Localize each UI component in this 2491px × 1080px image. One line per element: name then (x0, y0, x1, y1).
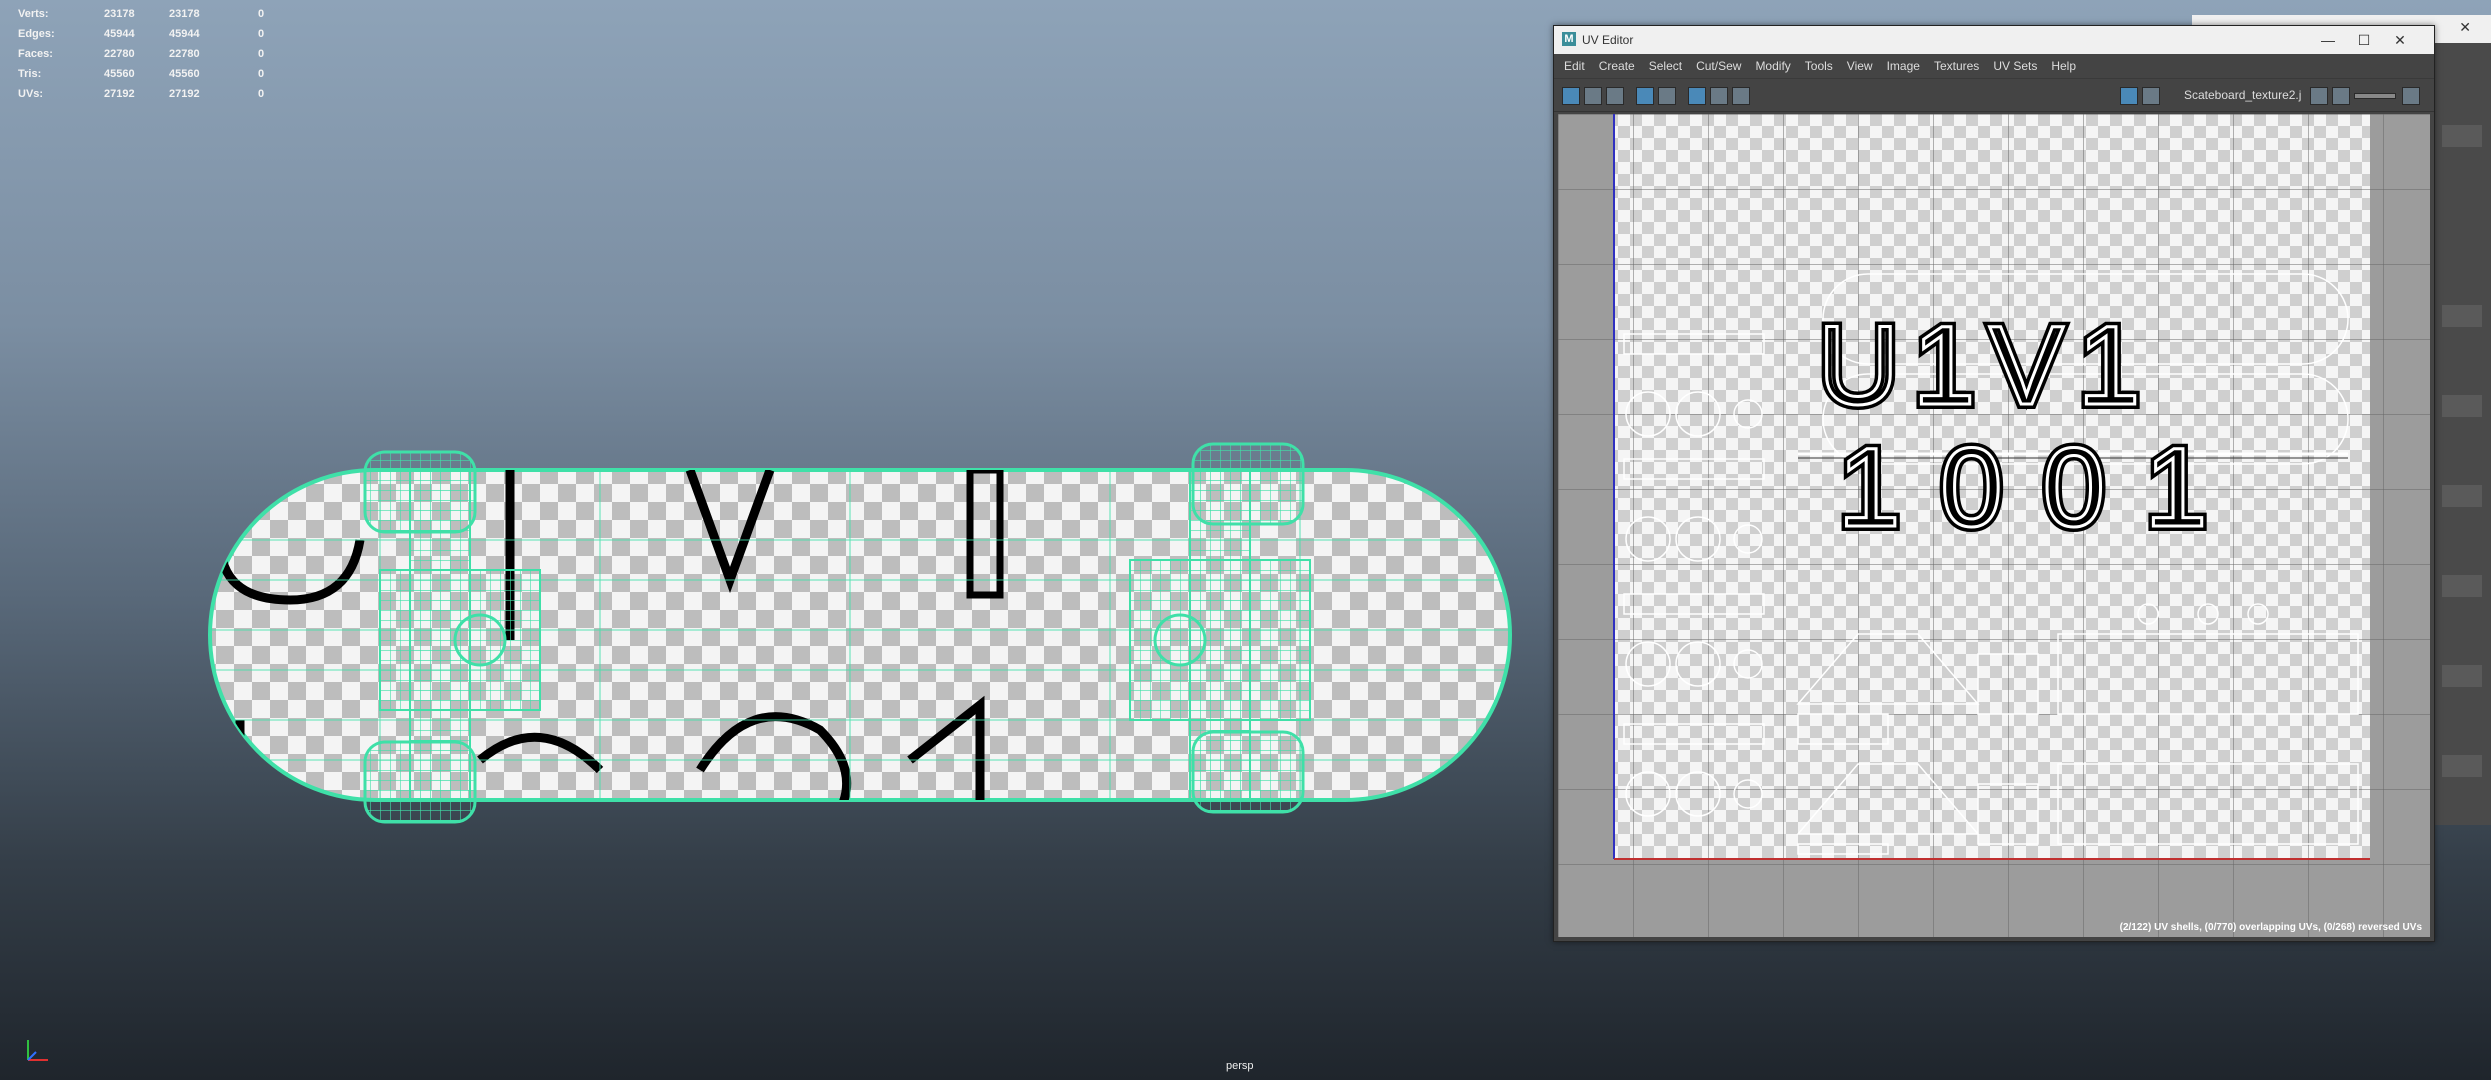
uv-toolbar-icon[interactable] (2310, 87, 2328, 105)
uv-toolbar-icon[interactable] (1562, 87, 1580, 105)
hud-value: 0 (258, 48, 265, 60)
hud-label: Edges: (18, 28, 55, 40)
menu-help[interactable]: Help (2051, 59, 2076, 73)
menu-modify[interactable]: Modify (1755, 59, 1790, 73)
hud-label: Verts: (18, 8, 49, 20)
uv-texture-canvas[interactable]: U1V1 U1V1 1001 1001 (2/122) UV shells, (… (1558, 114, 2430, 937)
hud-value: 45560 (104, 68, 135, 80)
uv-toolbar-icon[interactable] (1688, 87, 1706, 105)
uv-toolbar-icon[interactable] (2332, 87, 2350, 105)
close-icon[interactable]: ✕ (2459, 19, 2471, 36)
hud-value: 23178 (169, 8, 200, 20)
panel-strip (2442, 575, 2482, 597)
hud-label: Faces: (18, 48, 53, 60)
uv-toolbar-icon[interactable] (1606, 87, 1624, 105)
uv-toolbar-icon[interactable] (1710, 87, 1728, 105)
camera-label: persp (1226, 1060, 1254, 1072)
panel-strip (2442, 395, 2482, 417)
uv-tile-id-outline: 1001 (1838, 425, 2247, 550)
exposure-slider[interactable] (2354, 93, 2396, 99)
hud-value: 0 (258, 8, 265, 20)
hud-value: 22780 (104, 48, 135, 60)
panel-strip (2442, 755, 2482, 777)
menu-image[interactable]: Image (1887, 59, 1920, 73)
panel-strip (2442, 125, 2482, 147)
uv-toolbar-icon[interactable] (2120, 87, 2138, 105)
uv-toolbar-icon[interactable] (2402, 87, 2420, 105)
uv-editor-toolbar: Scateboard_texture2.j (1554, 79, 2434, 112)
heads-up-display: Verts: 23178 23178 0 Edges: 45944 45944 … (18, 4, 298, 104)
menu-view[interactable]: View (1847, 59, 1873, 73)
panel-strip (2442, 485, 2482, 507)
hud-value: 0 (258, 68, 265, 80)
hud-faces-row: Faces: 22780 22780 0 (18, 44, 298, 64)
menu-uv-sets[interactable]: UV Sets (1993, 59, 2037, 73)
hud-value: 22780 (169, 48, 200, 60)
maximize-icon[interactable]: ☐ (2354, 30, 2374, 50)
uv-tile-label-outline: U1V1 (1818, 303, 2154, 428)
hud-label: Tris: (18, 68, 42, 80)
hud-edges-row: Edges: 45944 45944 0 (18, 24, 298, 44)
hud-value: 0 (258, 28, 265, 40)
menu-edit[interactable]: Edit (1564, 59, 1585, 73)
panel-strip (2442, 305, 2482, 327)
uv-status-bar: (2/122) UV shells, (0/770) overlapping U… (2119, 922, 2422, 933)
uv-editor-menubar: Edit Create Select Cut/Sew Modify Tools … (1554, 54, 2434, 79)
hud-value: 45560 (169, 68, 200, 80)
uv-editor-titlebar[interactable]: M UV Editor — ☐ ✕ (1554, 26, 2434, 54)
window-title: UV Editor (1582, 33, 1634, 47)
uv-toolbar-icon[interactable] (1584, 87, 1602, 105)
close-icon[interactable]: ✕ (2390, 30, 2410, 50)
axis-icon (27, 1040, 48, 1061)
hud-value: 45944 (104, 28, 135, 40)
hud-tris-row: Tris: 45560 45560 0 (18, 64, 298, 84)
hud-label: UVs: (18, 88, 44, 100)
uv-toolbar-icon[interactable] (1732, 87, 1750, 105)
hud-value: 0 (258, 88, 265, 100)
hud-uvs-row: UVs: 27192 27192 0 (18, 84, 298, 104)
hud-value: 45944 (169, 28, 200, 40)
panel-strip (2442, 665, 2482, 687)
uv-editor-window[interactable]: M UV Editor — ☐ ✕ Edit Create Select Cut… (1553, 25, 2435, 942)
menu-cut-sew[interactable]: Cut/Sew (1696, 59, 1741, 73)
menu-create[interactable]: Create (1599, 59, 1635, 73)
uv-toolbar-icon[interactable] (2142, 87, 2160, 105)
maya-logo-icon: M (1562, 32, 1576, 46)
uv-toolbar-icon[interactable] (1658, 87, 1676, 105)
menu-tools[interactable]: Tools (1805, 59, 1833, 73)
uv-toolbar-icon[interactable] (1636, 87, 1654, 105)
menu-select[interactable]: Select (1649, 59, 1682, 73)
hud-value: 27192 (169, 88, 200, 100)
minimize-icon[interactable]: — (2318, 30, 2338, 50)
skateboard-model[interactable] (180, 430, 1520, 830)
menu-textures[interactable]: Textures (1934, 59, 1979, 73)
hud-value: 27192 (104, 88, 135, 100)
hud-verts-row: Verts: 23178 23178 0 (18, 4, 298, 24)
hud-value: 23178 (104, 8, 135, 20)
texture-name-field[interactable]: Scateboard_texture2.j (2184, 88, 2301, 102)
